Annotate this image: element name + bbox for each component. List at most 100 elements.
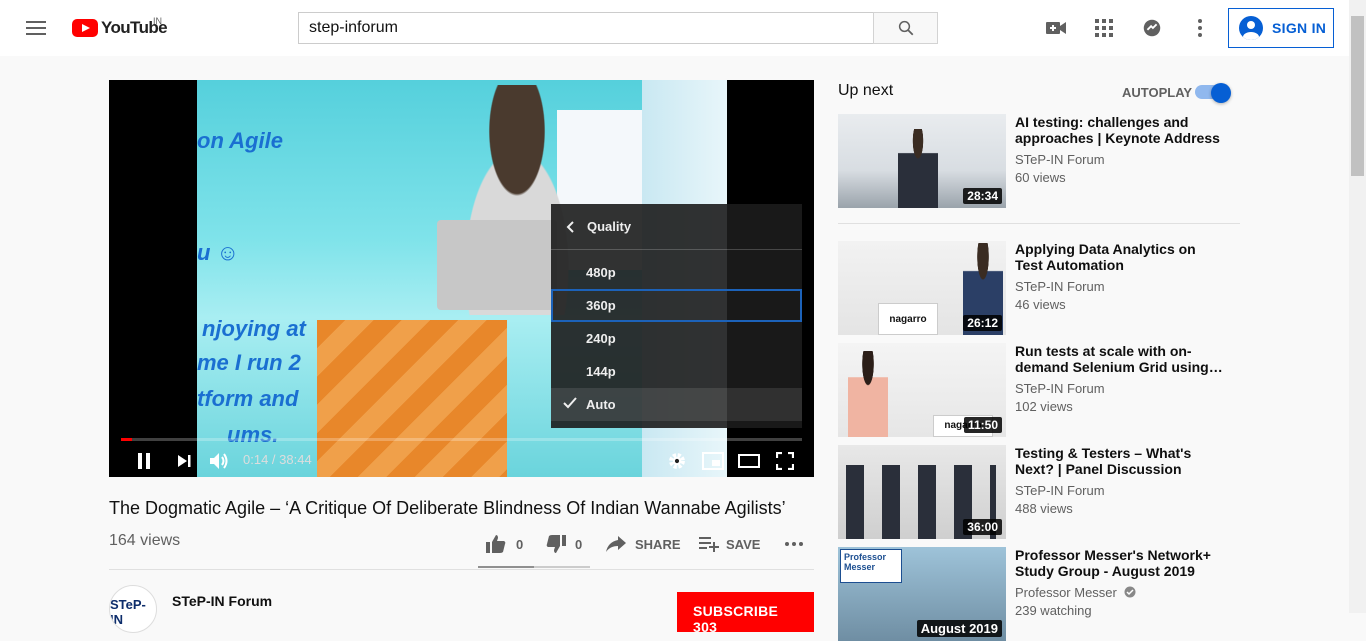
recommended-video[interactable]: nagarro 26:12 Applying Data Analytics on… [838, 241, 1240, 335]
next-icon[interactable] [171, 449, 197, 473]
autoplay-toggle[interactable] [1195, 83, 1231, 103]
channel-avatar[interactable]: STeP-IN [109, 585, 157, 633]
recommended-channel: STeP-IN Forum [1015, 483, 1105, 498]
settings-icon[interactable] [664, 449, 690, 473]
recommended-title: Testing & Testers – What's Next? | Panel… [1015, 445, 1192, 477]
recommended-video[interactable]: 36:00 Testing & Testers – What's Next? |… [838, 445, 1240, 539]
video-title: The Dogmatic Agile – ‘A Critique Of Deli… [109, 498, 786, 518]
video-duration: August 2019 [916, 620, 1002, 637]
divider [838, 223, 1240, 224]
search-input[interactable] [299, 13, 873, 43]
search-button[interactable] [873, 12, 938, 44]
video-duration: 28:34 [963, 188, 1002, 204]
thumb-speaker [898, 129, 938, 208]
recommended-title: Run tests at scale with on-demand Seleni… [1015, 343, 1223, 375]
share-button[interactable]: SHARE [606, 532, 681, 556]
quality-option[interactable]: 144p [551, 355, 802, 388]
video-duration: 36:00 [963, 519, 1002, 535]
messages-icon[interactable] [1140, 16, 1164, 40]
recommended-views: 102 views [1015, 399, 1073, 414]
thumb-podium-text: nagarro [878, 303, 938, 335]
apps-icon[interactable] [1092, 16, 1116, 40]
player-controls: 0:14 / 38:44 [109, 445, 814, 477]
youtube-play-icon [72, 19, 98, 37]
recommended-views: 488 views [1015, 501, 1073, 516]
share-icon [606, 536, 626, 552]
share-label: SHARE [635, 536, 681, 552]
recommended-video[interactable]: Professor Messer August 2019 Professor M… [838, 547, 1240, 641]
autoplay-label: AUTOPLAY [1122, 85, 1193, 100]
recommended-channel: STeP-IN Forum [1015, 279, 1105, 294]
slide-text-line: on Agile [197, 128, 283, 153]
quality-option-label: 144p [586, 364, 616, 379]
channel-avatar-text: STeP-IN [110, 597, 146, 627]
thumb-logo-text: Professor Messer [840, 549, 902, 583]
account-icon [1239, 16, 1263, 40]
save-button[interactable]: SAVE [699, 532, 760, 556]
quality-option[interactable]: Auto [551, 388, 802, 421]
fullscreen-icon[interactable] [772, 449, 798, 473]
recommended-channel: STeP-IN Forum [1015, 381, 1105, 396]
quality-menu: Quality 480p 360p 240p 144p Auto [551, 204, 802, 428]
slide-text-line: u ☺ [197, 240, 240, 265]
scrollbar-thumb[interactable] [1351, 16, 1364, 176]
thumbs-up-icon [486, 535, 506, 553]
quality-option[interactable]: 360p [551, 289, 802, 322]
verified-icon [1124, 586, 1135, 598]
time-display: 0:14 / 38:44 [243, 452, 312, 467]
quality-option[interactable]: 480p [551, 256, 802, 289]
quality-option[interactable]: 240p [551, 322, 802, 355]
recommended-channel: Professor Messer [1015, 585, 1136, 600]
volume-icon[interactable] [207, 449, 233, 473]
recommended-channel: STeP-IN Forum [1015, 152, 1105, 167]
sentiment-bar-dislikes [534, 566, 590, 568]
recommended-title: AI testing: challenges and approaches | … [1015, 114, 1220, 146]
divider [109, 569, 814, 570]
slide-text-line: me I run 2 [197, 350, 301, 375]
autoplay-toggle-knob [1211, 83, 1231, 103]
video-player[interactable]: on Agile u ☺ njoying at me I run 2 tform… [109, 80, 814, 477]
more-actions-icon[interactable] [784, 532, 804, 556]
quality-option-label: 240p [586, 331, 616, 346]
page-scrollbar[interactable] [1349, 0, 1366, 613]
pause-icon[interactable] [131, 449, 157, 473]
video-laptop [437, 220, 557, 310]
video-thumbnail[interactable]: Professor Messer August 2019 [838, 547, 1006, 641]
theater-mode-icon[interactable] [736, 449, 762, 473]
channel-name[interactable]: STeP-IN Forum [172, 593, 272, 609]
like-button[interactable]: 0 [485, 532, 523, 556]
video-thumbnail[interactable]: 36:00 [838, 445, 1006, 539]
create-video-icon[interactable] [1044, 16, 1068, 40]
video-thumbnail[interactable]: nagarro 11:50 [838, 343, 1006, 437]
progress-bar[interactable] [121, 438, 802, 441]
sign-in-button[interactable]: SIGN IN [1228, 8, 1334, 48]
playlist-add-icon [699, 537, 719, 552]
recommended-video[interactable]: nagarro 11:50 Run tests at scale with on… [838, 343, 1240, 437]
masthead: YouTube IN SIGN IN [0, 0, 1366, 56]
video-duration: 11:50 [963, 417, 1002, 433]
quality-option-label: 360p [586, 298, 616, 313]
sentiment-bar-likes [478, 566, 534, 568]
slide-text-line: njoying at [202, 316, 306, 341]
recommended-title: Applying Data Analytics on Test Automati… [1015, 241, 1196, 273]
recommended-video[interactable]: 28:34 AI testing: challenges and approac… [838, 114, 1240, 208]
search-box [298, 12, 874, 44]
menu-icon[interactable] [24, 17, 48, 39]
like-count: 0 [516, 536, 524, 552]
logo-region: IN [153, 16, 162, 26]
recommended-title: Professor Messer's Network+ Study Group … [1015, 547, 1211, 579]
quality-menu-back[interactable]: Quality [551, 204, 802, 250]
dislike-count: 0 [575, 536, 583, 552]
subscribe-button[interactable]: SUBSCRIBE 303 [677, 592, 814, 635]
video-thumbnail[interactable]: nagarro 26:12 [838, 241, 1006, 335]
quality-option-label: 480p [586, 265, 616, 280]
slide-text-line: tform and [197, 386, 299, 411]
miniplayer-icon[interactable] [700, 449, 726, 473]
up-next-label: Up next [838, 82, 894, 99]
sign-in-label: SIGN IN [1272, 20, 1327, 36]
dislike-button[interactable]: 0 [545, 532, 582, 556]
view-count: 164 views [109, 532, 181, 549]
more-vert-icon[interactable] [1188, 16, 1212, 40]
thumbs-down-icon [546, 535, 566, 553]
video-thumbnail[interactable]: 28:34 [838, 114, 1006, 208]
